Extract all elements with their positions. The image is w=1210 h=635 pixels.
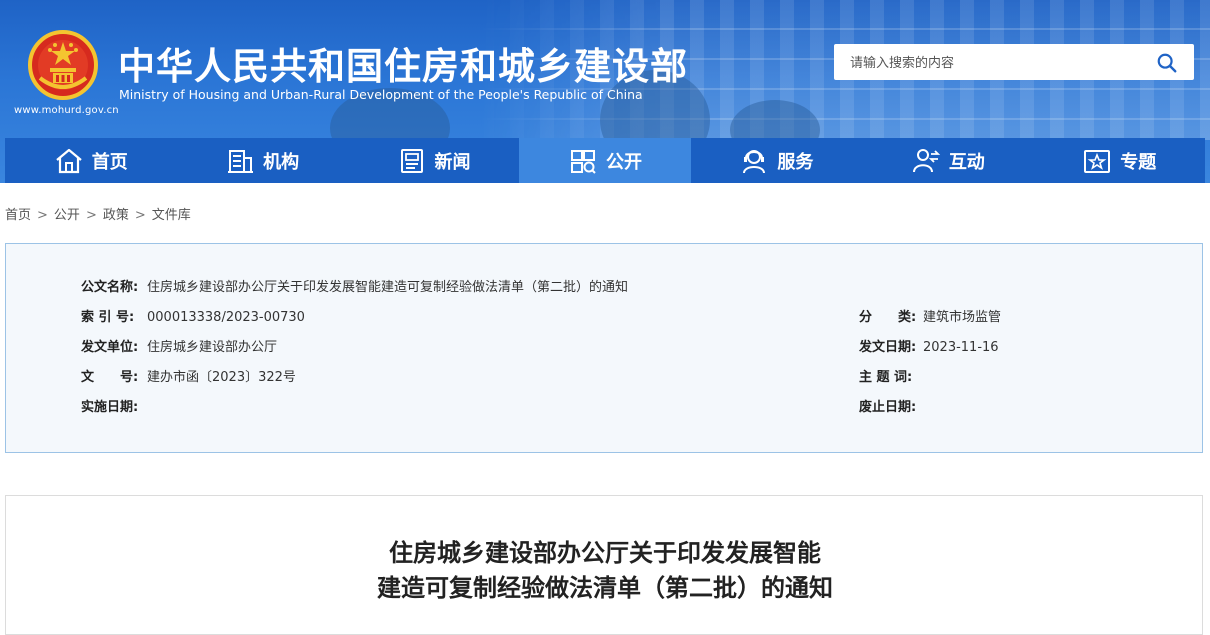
issuer-row: 发文单位: 住房城乡建设部办公厅 — [81, 336, 277, 355]
article-title-line2: 建造可复制经验做法清单（第二批）的通知 — [377, 574, 833, 602]
issue-date-row: 发文日期: 2023-11-16 — [859, 336, 999, 355]
category-label: 分 类: — [859, 310, 917, 325]
doc-name-value: 住房城乡建设部办公厅关于印发发展智能建造可复制经验做法清单（第二批）的通知 — [147, 280, 629, 295]
news-icon — [400, 148, 423, 173]
issue-date-label: 发文日期: — [859, 340, 917, 355]
abolish-label: 废止日期: — [859, 400, 917, 415]
disclosure-icon — [570, 149, 596, 174]
doc-no-label: 文 号: — [81, 370, 139, 385]
nav-item-org[interactable]: 机构 — [176, 138, 347, 183]
search-icon[interactable] — [1156, 52, 1178, 74]
home-icon — [55, 148, 82, 173]
nav-label: 专题 — [1120, 151, 1157, 173]
index-row: 索 引 号: 000013338/2023-00730 — [81, 306, 305, 325]
effective-row: 实施日期: — [81, 396, 147, 415]
breadcrumb-public[interactable]: 公开 — [54, 208, 80, 223]
building-icon — [228, 149, 254, 173]
category-value: 建筑市场监管 — [923, 310, 1002, 325]
search-box — [834, 44, 1194, 82]
nav-label: 互动 — [948, 151, 985, 173]
breadcrumb-separator: > — [85, 208, 97, 223]
nav-item-public[interactable]: 公开 — [519, 138, 691, 183]
keywords-row: 主 题 词: — [859, 366, 923, 385]
site-url: www.mohurd.gov.cn — [14, 105, 119, 116]
nav-item-topic[interactable]: 专题 — [1034, 138, 1205, 183]
issuer-label: 发文单位: — [81, 340, 139, 355]
effective-label: 实施日期: — [81, 400, 139, 415]
main-nav: 首页 机构 新闻 公开 服务 互动 专题 — [5, 138, 1205, 183]
nav-item-news[interactable]: 新闻 — [348, 138, 519, 183]
nav-label: 新闻 — [434, 151, 471, 173]
breadcrumb-separator: > — [134, 208, 146, 223]
abolish-row: 废止日期: — [859, 396, 923, 415]
document-info-box: 公文名称: 住房城乡建设部办公厅关于印发发展智能建造可复制经验做法清单（第二批）的… — [5, 243, 1203, 453]
nav-label: 公开 — [605, 151, 642, 173]
index-value: 000013338/2023-00730 — [147, 310, 305, 325]
search-input[interactable] — [848, 44, 1142, 82]
nav-label: 机构 — [263, 151, 300, 173]
doc-name-label: 公文名称: — [81, 280, 139, 295]
nav-label: 服务 — [777, 151, 814, 173]
doc-no-value: 建办市函〔2023〕322号 — [147, 370, 296, 385]
national-emblem-icon[interactable] — [28, 30, 98, 100]
breadcrumb-home[interactable]: 首页 — [5, 208, 31, 223]
article-title: 住房城乡建设部办公厅关于印发发展智能 建造可复制经验做法清单（第二批）的通知 — [6, 536, 1204, 606]
site-subtitle: Ministry of Housing and Urban-Rural Deve… — [119, 87, 643, 102]
category-row: 分 类: 建筑市场监管 — [859, 306, 1001, 325]
nav-item-home[interactable]: 首页 — [5, 138, 176, 183]
nav-item-service[interactable]: 服务 — [691, 138, 862, 183]
nav-label: 首页 — [91, 151, 128, 173]
index-label: 索 引 号: — [81, 310, 135, 325]
doc-no-row: 文 号: 建办市函〔2023〕322号 — [81, 366, 296, 385]
issuer-value: 住房城乡建设部办公厅 — [147, 340, 278, 355]
breadcrumb-library[interactable]: 文件库 — [152, 208, 191, 223]
breadcrumb-separator: > — [37, 208, 48, 223]
issue-date-value: 2023-11-16 — [923, 340, 999, 355]
site-header: www.mohurd.gov.cn 中华人民共和国住房和城乡建设部 Minist… — [0, 0, 1210, 183]
site-title[interactable]: 中华人民共和国住房和城乡建设部 — [118, 36, 688, 90]
doc-name-row: 公文名称: 住房城乡建设部办公厅关于印发发展智能建造可复制经验做法清单（第二批）的… — [81, 276, 628, 295]
breadcrumb: 首页 > 公开 > 政策 > 文件库 — [5, 204, 191, 223]
topic-icon — [1084, 149, 1111, 173]
service-icon — [743, 149, 766, 173]
article-title-line1: 住房城乡建设部办公厅关于印发发展智能 — [389, 539, 821, 567]
article-panel: 住房城乡建设部办公厅关于印发发展智能 建造可复制经验做法清单（第二批）的通知 — [5, 495, 1203, 635]
breadcrumb-policy[interactable]: 政策 — [103, 208, 129, 223]
keywords-label: 主 题 词: — [859, 370, 913, 385]
interact-icon — [912, 148, 940, 172]
nav-item-interact[interactable]: 互动 — [862, 138, 1033, 183]
